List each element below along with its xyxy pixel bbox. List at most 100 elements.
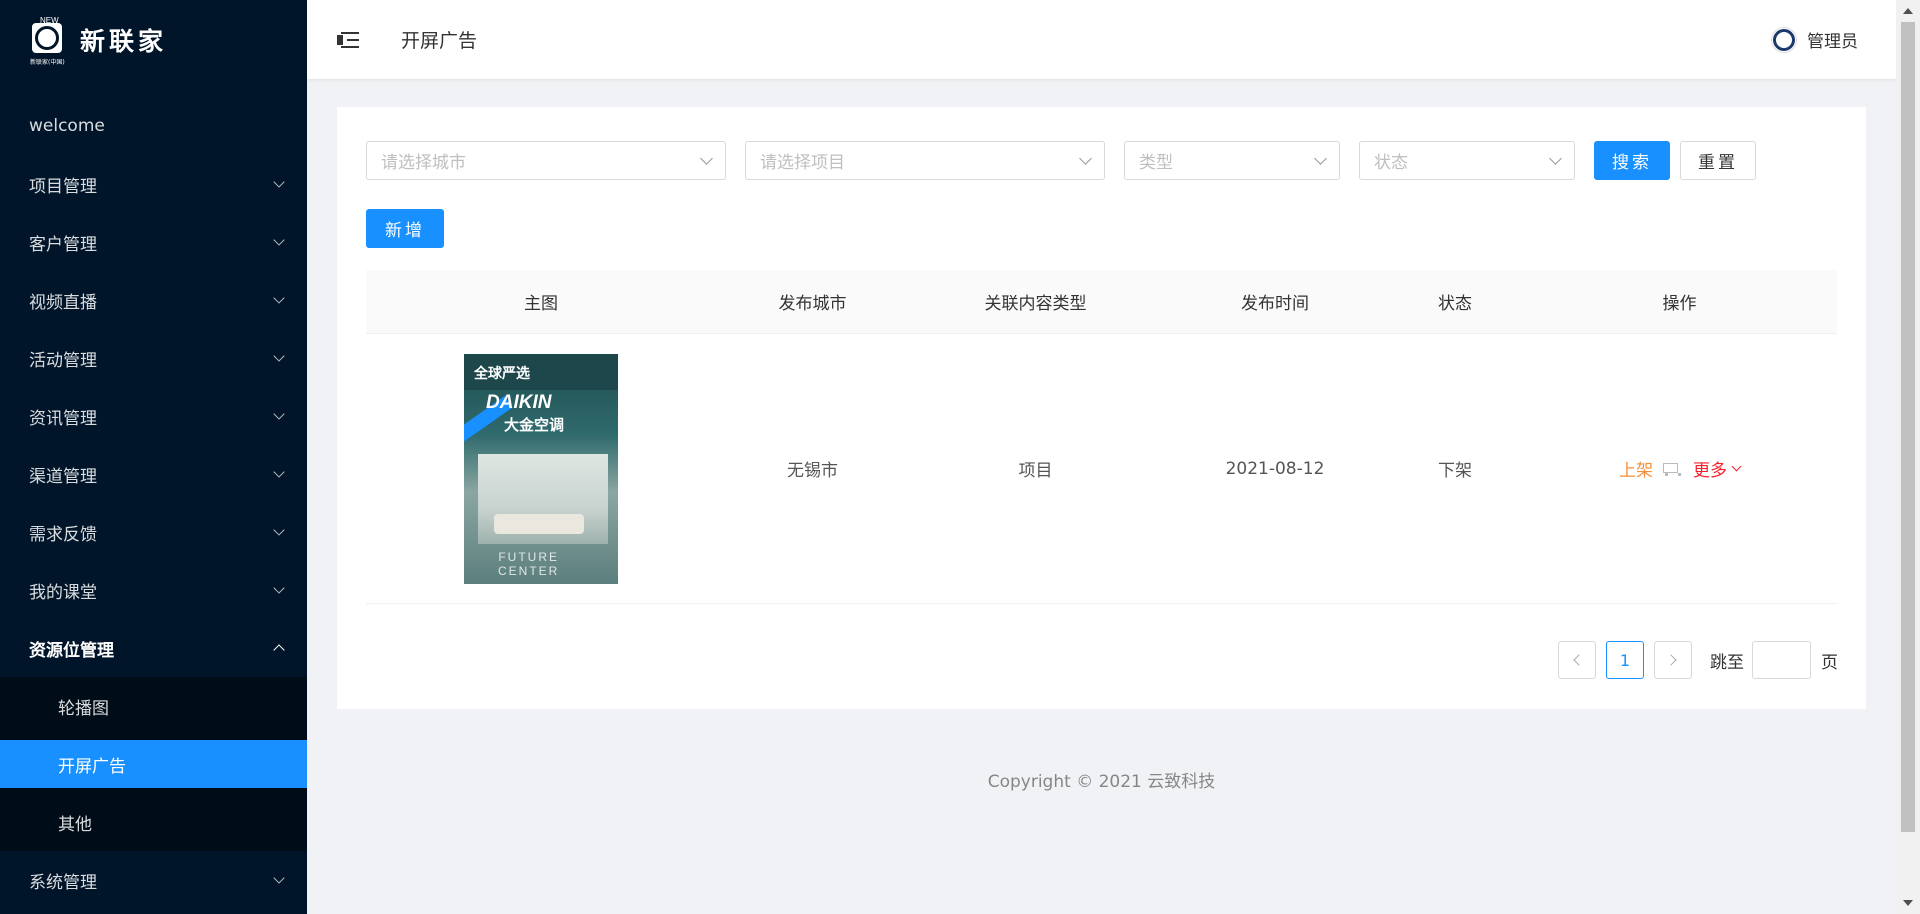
sidebar-item-label: 需求反馈 bbox=[29, 524, 97, 545]
publish-link[interactable]: 上架 bbox=[1619, 456, 1653, 481]
poster-top-text: 全球严选 bbox=[474, 365, 530, 382]
status-select[interactable]: 状态 bbox=[1359, 141, 1575, 180]
user-name: 管理员 bbox=[1807, 32, 1858, 52]
sidebar-item-label: 资讯管理 bbox=[29, 408, 97, 429]
search-button[interactable]: 搜索 bbox=[1594, 141, 1670, 180]
sidebar-item-system-management[interactable]: 系统管理 bbox=[0, 851, 307, 909]
column-header-city: 发布城市 bbox=[778, 294, 847, 314]
chevron-down-icon bbox=[700, 151, 713, 165]
scroll-up-icon[interactable] bbox=[1903, 8, 1913, 14]
sidebar-submenu-resource: 轮播图 开屏广告 其他 bbox=[0, 677, 307, 851]
column-header-content-type: 关联内容类型 bbox=[984, 294, 1087, 314]
poster-brand-cn: 大金空调 bbox=[504, 415, 565, 434]
jump-label: 跳至 bbox=[1710, 652, 1744, 673]
chevron-down-icon bbox=[273, 466, 285, 478]
chevron-down-icon bbox=[273, 524, 285, 536]
scrollbar-thumb[interactable] bbox=[1901, 22, 1915, 832]
table-header: 主图 发布城市 关联内容类型 发布时间 状态 操作 bbox=[366, 270, 1837, 334]
sidebar-subitem-label: 其他 bbox=[58, 814, 92, 835]
city-select-placeholder: 请选择城市 bbox=[381, 153, 466, 173]
footer-copyright: Copyright © 2021 云致科技 bbox=[987, 772, 1216, 792]
chevron-down-icon bbox=[1549, 151, 1562, 165]
status-select-placeholder: 状态 bbox=[1374, 153, 1408, 173]
table-row: 全球严选 DAIKIN 大金空调 FUTURE CENTER 无锡市 项目 20… bbox=[366, 334, 1837, 604]
sidebar-item-channel-management[interactable]: 渠道管理 bbox=[0, 445, 307, 503]
add-button[interactable]: 新增 bbox=[366, 209, 444, 248]
avatar bbox=[1771, 26, 1797, 53]
header: 开屏广告 管理员 bbox=[307, 0, 1896, 79]
sidebar-item-label: 渠道管理 bbox=[29, 466, 97, 487]
chevron-down-icon bbox=[1731, 461, 1742, 472]
logo-title: 新联家 bbox=[80, 27, 168, 56]
sidebar-item-activity-management[interactable]: 活动管理 bbox=[0, 329, 307, 387]
reset-button[interactable]: 重置 bbox=[1680, 141, 1756, 180]
column-header-actions: 操作 bbox=[1662, 294, 1697, 314]
poster-bottom-text: FUTURE CENTER bbox=[498, 549, 560, 578]
chevron-down-icon bbox=[273, 176, 285, 188]
chevron-down-icon bbox=[273, 292, 285, 304]
sidebar-item-label: 项目管理 bbox=[29, 176, 97, 197]
prev-page-button[interactable] bbox=[1558, 641, 1596, 679]
sidebar-item-feedback[interactable]: 需求反馈 bbox=[0, 503, 307, 561]
column-header-status: 状态 bbox=[1438, 294, 1472, 314]
ad-poster-image[interactable]: 全球严选 DAIKIN 大金空调 FUTURE CENTER bbox=[464, 353, 618, 584]
sidebar-item-my-classroom[interactable]: 我的课堂 bbox=[0, 561, 307, 619]
more-label: 更多 bbox=[1693, 461, 1727, 481]
logo-sub-text: 新联家(中国) bbox=[30, 59, 65, 66]
sidebar-item-label: 系统管理 bbox=[29, 872, 97, 893]
project-select-placeholder: 请选择项目 bbox=[760, 153, 845, 173]
scroll-down-icon[interactable] bbox=[1903, 900, 1913, 906]
sidebar-subitem-other[interactable]: 其他 bbox=[0, 793, 307, 851]
type-select-placeholder: 类型 bbox=[1139, 153, 1173, 173]
sidebar-item-resource-management[interactable]: 资源位管理 bbox=[0, 619, 307, 677]
chevron-down-icon bbox=[273, 408, 285, 420]
sidebar-subitem-label: 开屏广告 bbox=[58, 756, 126, 777]
chevron-down-icon bbox=[1079, 151, 1092, 165]
column-header-image: 主图 bbox=[524, 294, 558, 314]
cell-content-type: 项目 bbox=[1018, 461, 1053, 481]
sidebar-item-welcome[interactable]: welcome bbox=[0, 97, 307, 155]
sidebar: NEW 新联家(中国) 新联家 welcome 项目管理 客户管理 视频直播 活… bbox=[0, 0, 307, 914]
sidebar-menu: welcome 项目管理 客户管理 视频直播 活动管理 资讯管理 渠道管理 需求… bbox=[0, 97, 307, 909]
page-button-current[interactable]: 1 bbox=[1606, 641, 1644, 679]
cell-image: 全球严选 DAIKIN 大金空调 FUTURE CENTER bbox=[366, 353, 716, 584]
sidebar-item-label: 视频直播 bbox=[29, 292, 97, 313]
filter-bar: 请选择城市 请选择项目 类型 状态 搜索 重置 bbox=[366, 141, 1756, 180]
project-select[interactable]: 请选择项目 bbox=[745, 141, 1105, 180]
sidebar-subitem-carousel[interactable]: 轮播图 bbox=[0, 677, 307, 735]
city-select[interactable]: 请选择城市 bbox=[366, 141, 726, 180]
chevron-down-icon bbox=[273, 872, 285, 884]
chevron-left-icon bbox=[1573, 654, 1585, 666]
chevron-down-icon bbox=[273, 582, 285, 594]
sidebar-item-customer-management[interactable]: 客户管理 bbox=[0, 213, 307, 271]
content-card: 请选择城市 请选择项目 类型 状态 搜索 重置 新增 主图 发布城市 关联内容类… bbox=[337, 107, 1866, 709]
logo-globe-icon: NEW 新联家(中国) bbox=[30, 16, 68, 66]
vertical-scrollbar[interactable] bbox=[1896, 0, 1920, 914]
user-menu[interactable]: 管理员 bbox=[1771, 0, 1858, 79]
sidebar-item-project-management[interactable]: 项目管理 bbox=[0, 155, 307, 213]
chevron-down-icon bbox=[273, 350, 285, 362]
menu-fold-icon[interactable] bbox=[337, 30, 359, 50]
sidebar-subitem-splash-ad[interactable]: 开屏广告 bbox=[0, 740, 307, 788]
sidebar-item-label: 资源位管理 bbox=[29, 640, 114, 661]
next-page-button[interactable] bbox=[1654, 641, 1692, 679]
sidebar-item-news-management[interactable]: 资讯管理 bbox=[0, 387, 307, 445]
type-select[interactable]: 类型 bbox=[1124, 141, 1340, 180]
sidebar-item-label: 客户管理 bbox=[29, 234, 97, 255]
page-title: 开屏广告 bbox=[401, 30, 478, 52]
page-suffix: 页 bbox=[1821, 652, 1838, 673]
chevron-up-icon bbox=[273, 644, 285, 656]
cart-icon[interactable] bbox=[1661, 461, 1681, 477]
jump-page-input[interactable] bbox=[1752, 641, 1811, 679]
cell-city: 无锡市 bbox=[787, 461, 838, 481]
cell-status: 下架 bbox=[1438, 461, 1472, 481]
logo: NEW 新联家(中国) 新联家 bbox=[0, 0, 307, 80]
cell-publish-date: 2021-08-12 bbox=[1225, 458, 1325, 479]
chevron-right-icon bbox=[1665, 654, 1677, 666]
ads-table: 主图 发布城市 关联内容类型 发布时间 状态 操作 全球严选 DAIKIN 大金… bbox=[366, 270, 1837, 604]
cell-actions: 上架 更多 bbox=[1522, 456, 1837, 481]
more-dropdown[interactable]: 更多 bbox=[1693, 456, 1742, 481]
sidebar-item-live-video[interactable]: 视频直播 bbox=[0, 271, 307, 329]
sidebar-item-label: welcome bbox=[29, 116, 105, 136]
sidebar-item-label: 活动管理 bbox=[29, 350, 97, 371]
